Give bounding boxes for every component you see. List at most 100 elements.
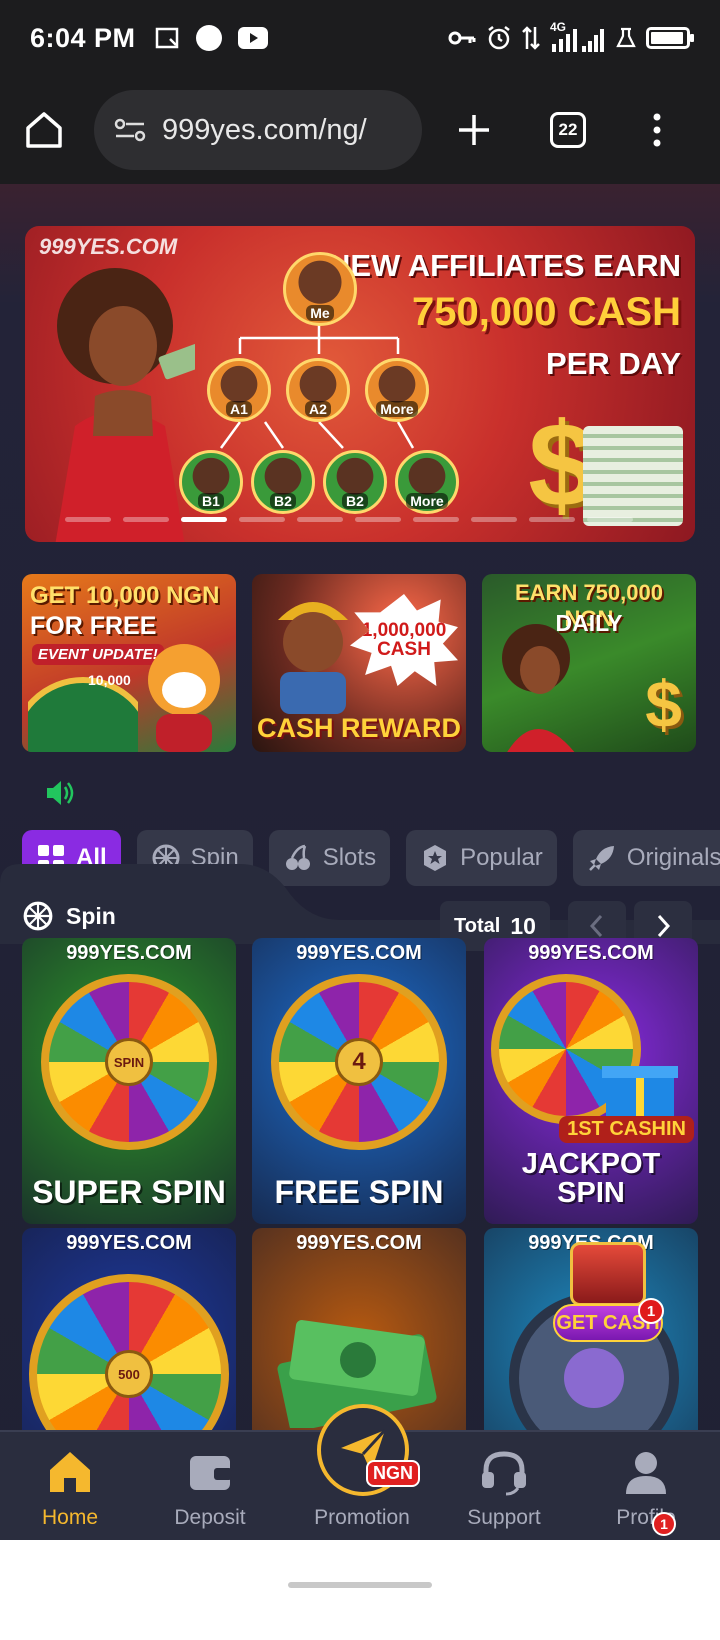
data-arrows-icon (522, 26, 540, 50)
home-icon (26, 112, 62, 148)
tree-node-root: Me (283, 252, 357, 326)
nav-deposit[interactable]: Deposit (140, 1432, 280, 1542)
tiger-mascot-graphic (148, 644, 220, 752)
wheel-hub: SPIN (105, 1038, 153, 1086)
game-title: JACKPOT SPIN (521, 1148, 661, 1209)
wheel-icon (23, 901, 53, 931)
game-title: FREE SPIN (274, 1174, 444, 1210)
wallet-icon (190, 1456, 232, 1490)
gift-box-graphic (602, 1066, 678, 1118)
cashin-badge: 1ST CASHIN (559, 1116, 694, 1143)
hero-banner[interactable]: 999YES.COM NEW AFFILIATES EARN 750,000 C… (25, 226, 695, 542)
carousel-dot[interactable] (123, 517, 169, 522)
promo-card-earn-daily[interactable]: EARN 750,000 NGN DAILY $ (482, 574, 696, 752)
nav-profile[interactable]: Profile (576, 1432, 716, 1542)
game-title: SUPER SPIN (32, 1174, 226, 1210)
treasure-chest-icon (570, 1242, 646, 1306)
tabs-button[interactable]: 22 (550, 112, 586, 148)
gesture-handle[interactable] (288, 1582, 432, 1588)
new-tab-icon (459, 115, 489, 145)
game-brand: 999YES.COM (528, 942, 654, 964)
screenshot-icon (155, 27, 178, 49)
section-title: Spin (22, 900, 116, 932)
game-brand: 999YES.COM (296, 1232, 422, 1254)
vpn-key-icon (448, 31, 476, 45)
promo-2-bottom: CASH REWARD (256, 713, 461, 743)
status-time: 6:04 PM (30, 22, 136, 53)
gesture-area (0, 1540, 720, 1640)
speaker-icon[interactable] (44, 778, 76, 808)
carousel-dot[interactable] (471, 517, 517, 522)
game-brand: 999YES.COM (66, 942, 192, 964)
carousel-dot[interactable] (529, 517, 575, 522)
game-card-free-spin[interactable]: 999YES.COM 4 FREE SPIN (252, 938, 466, 1224)
browser-menu-button[interactable] (652, 112, 662, 148)
menu-icon (653, 113, 661, 147)
new-tab-button[interactable] (456, 112, 492, 148)
chevron-right-icon (657, 914, 671, 938)
battery-level (651, 32, 684, 44)
network-type-label: 4G (550, 20, 567, 34)
carousel-dot[interactable] (587, 517, 633, 522)
miner-mascot-graphic (278, 602, 348, 714)
prize-wheel-graphic: 4 (271, 974, 447, 1150)
carousel-dot[interactable] (181, 517, 227, 522)
nav-support[interactable]: Support (434, 1432, 574, 1542)
nav-home-label: Home (41, 1506, 99, 1529)
nav-support-label: Support (467, 1506, 541, 1529)
total-value: 10 (510, 912, 536, 939)
tree-node-a-more: More (365, 358, 429, 422)
chevron-left-icon (589, 914, 603, 938)
game-card-jackpot-spin[interactable]: 999YES.COM 1ST CASHIN JACKPOT SPIN (484, 938, 698, 1224)
user-icon (626, 1452, 666, 1494)
profile-notification-badge: 1 (652, 1512, 676, 1536)
prize-wheel-graphic: SPIN (41, 974, 217, 1150)
game-brand: 999YES.COM (66, 1232, 192, 1254)
youtube-icon (237, 27, 268, 49)
headset-icon (482, 1451, 526, 1496)
promo-1-amount: 10,000 (88, 672, 131, 688)
browser-toolbar: 999yes.com/ng/ 22 (0, 76, 720, 184)
lab-icon (616, 27, 636, 48)
promo-woman-graphic (502, 624, 575, 752)
total-label: Total (454, 914, 501, 937)
home-icon (50, 1452, 90, 1492)
promo-card-cash-reward[interactable]: 1,000,000 CASH CASH REWARD (252, 574, 466, 752)
carousel-dot[interactable] (297, 517, 343, 522)
status-bar: 6:04 PM 4G (0, 0, 720, 76)
battery-icon (646, 27, 694, 49)
carousel-dot[interactable] (355, 517, 401, 522)
home-button[interactable] (22, 108, 66, 152)
site-settings-icon[interactable] (114, 116, 146, 144)
nav-promotion-label: Promotion (314, 1506, 410, 1529)
alarm-icon (488, 26, 510, 50)
carousel-dot[interactable] (65, 517, 111, 522)
tree-node-b-more: More (395, 450, 459, 514)
carousel-dot[interactable] (413, 517, 459, 522)
promo-1-title-1: GET 10,000 NGN (30, 582, 220, 609)
wheel-hub: 500 (105, 1350, 153, 1398)
get-cash-count: 1 (638, 1298, 664, 1324)
tree-node-b2: B2 (251, 450, 315, 514)
nav-home[interactable]: Home (0, 1432, 140, 1542)
carousel-dots[interactable] (65, 517, 633, 522)
tree-node-b1: B1 (179, 450, 243, 514)
carousel-dot[interactable] (239, 517, 285, 522)
nav-deposit-label: Deposit (174, 1506, 246, 1529)
game-brand: 999YES.COM (296, 942, 422, 964)
tabs-icon: 22 (550, 112, 586, 148)
tree-node-b2-second: B2 (323, 450, 387, 514)
cash-stack-graphic (583, 426, 683, 526)
promo-card-free-ngn[interactable]: GET 10,000 NGN FOR FREE EVENT UPDATE! 10… (22, 574, 236, 752)
address-bar[interactable]: 999yes.com/ng/ (94, 90, 422, 170)
wheel-hub: 4 (335, 1038, 383, 1086)
section-title-label: Spin (66, 902, 116, 929)
ngn-badge: NGN (366, 1460, 420, 1487)
tree-node-a2: A2 (286, 358, 350, 422)
tree-node-a1: A1 (207, 358, 271, 422)
promo-3-dollar-graphic: $ (645, 667, 682, 741)
record-dot-icon (195, 25, 222, 51)
url-text: 999yes.com/ng/ (162, 113, 367, 146)
get-cash-widget[interactable]: GET CASH 1 (548, 1232, 668, 1352)
game-card-super-spin[interactable]: 999YES.COM SPIN SUPER SPIN (22, 938, 236, 1224)
